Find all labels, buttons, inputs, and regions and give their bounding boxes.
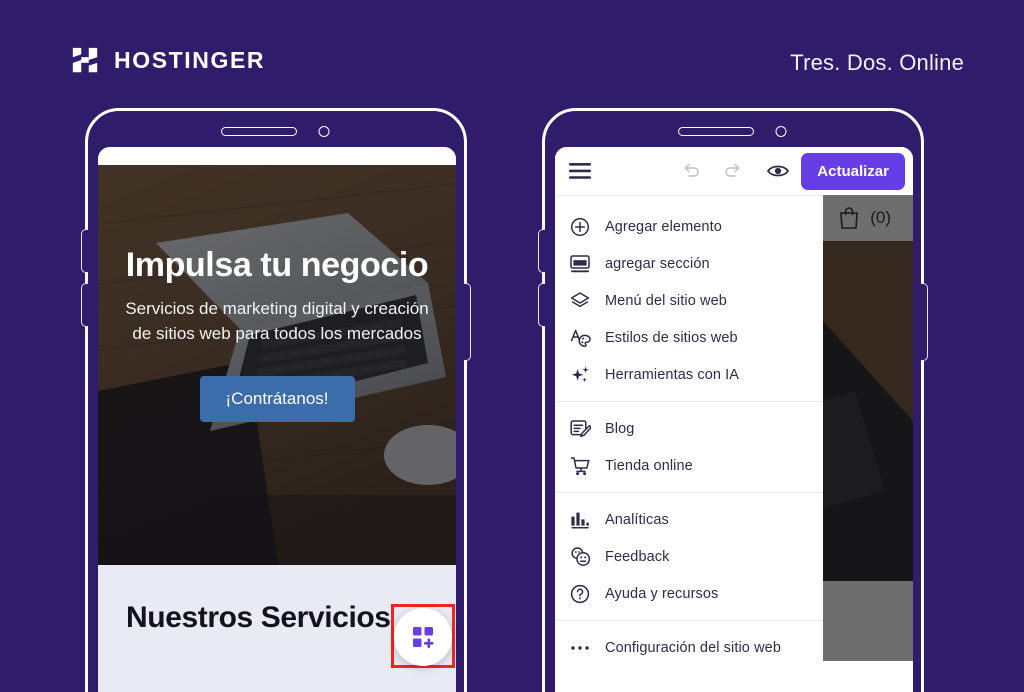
phone-speaker: [678, 127, 754, 136]
question-circle-icon: [569, 583, 591, 605]
menu-item-agregar-elemento[interactable]: Agregar elemento: [555, 208, 823, 245]
bar-chart-icon: [569, 509, 591, 531]
menu-item-menu-del-sitio-web[interactable]: Menú del sitio web: [555, 282, 823, 319]
hero-section: Impulsa tu negocio Servicios de marketin…: [98, 165, 456, 565]
redo-arrow-icon: [725, 163, 740, 177]
menu-item-feedback[interactable]: Feedback: [555, 538, 823, 575]
shopping-cart-icon: [569, 455, 591, 477]
volume-down-button[interactable]: [81, 283, 88, 327]
redo-button[interactable]: [723, 161, 743, 181]
menu-item-label: Configuración del sitio web: [605, 639, 781, 656]
hamburger-menu-icon: [569, 163, 591, 179]
website-preview-phone: Impulsa tu negocio Servicios de marketin…: [81, 108, 471, 692]
services-heading: Nuestros Servicios: [126, 601, 391, 634]
menu-item-analiticas[interactable]: Analíticas: [555, 501, 823, 538]
menu-item-label: agregar sección: [605, 255, 710, 272]
menu-item-ayuda-y-recursos[interactable]: Ayuda y recursos: [555, 575, 823, 612]
screenshot-root: HOSTINGER Tres. Dos. Online Impulsa tu n…: [0, 0, 1024, 692]
site-title: Tres. Dos. Online: [790, 50, 964, 75]
layers-icon: [569, 290, 591, 312]
volume-up-button[interactable]: [81, 229, 88, 273]
feedback-faces-icon: [569, 546, 591, 568]
hostinger-h-logo-icon: [72, 47, 98, 73]
menu-item-label: Analíticas: [605, 511, 669, 528]
menu-group-3: Analíticas Feedback Ayuda y recursos: [555, 492, 823, 620]
builder-screen: Actualizar (0) Agregar elemento agregar …: [555, 147, 913, 692]
menu-item-estilos-de-sitios-web[interactable]: Estilos de sitios web: [555, 319, 823, 356]
menu-item-label: Ayuda y recursos: [605, 585, 719, 602]
menu-item-label: Tienda online: [605, 457, 693, 474]
phone-camera-icon: [775, 126, 787, 137]
menu-group-4: Configuración del sitio web: [555, 620, 823, 674]
phone-speaker: [221, 127, 297, 136]
shopping-bag-icon: [840, 207, 859, 229]
section-layout-icon: [569, 253, 591, 275]
ai-sparkles-icon: [569, 364, 591, 386]
cart-count: (0): [870, 208, 891, 227]
ellipsis-icon: [569, 637, 591, 659]
volume-down-button[interactable]: [538, 283, 545, 327]
menu-item-herramientas-con-ia[interactable]: Herramientas con IA: [555, 356, 823, 393]
preview-button[interactable]: [767, 163, 790, 179]
menu-item-label: Feedback: [605, 548, 670, 565]
builder-toolbar: Actualizar: [555, 147, 913, 195]
hostinger-logo: HOSTINGER: [70, 45, 265, 75]
plus-circle-icon: [569, 216, 591, 238]
add-element-fab[interactable]: [394, 608, 452, 666]
power-button[interactable]: [464, 283, 471, 361]
undo-arrow-icon: [684, 163, 700, 177]
menu-item-configuracion-del-sitio-web[interactable]: Configuración del sitio web: [555, 629, 823, 666]
menu-group-2: Blog Tienda online: [555, 401, 823, 492]
menu-item-label: Estilos de sitios web: [605, 329, 738, 346]
preview-topbar: [98, 147, 456, 165]
add-element-grid-icon: [413, 627, 434, 648]
hero-subheading: Servicios de marketing digital y creació…: [125, 299, 429, 343]
volume-up-button[interactable]: [538, 229, 545, 273]
menu-item-blog[interactable]: Blog: [555, 410, 823, 447]
brand-name: HOSTINGER: [114, 46, 266, 73]
contratanos-button[interactable]: ¡Contrátanos!: [199, 376, 355, 423]
builder-menu-panel: Agregar elemento agregar sección Menú de…: [555, 195, 823, 692]
menu-item-agregar-seccion[interactable]: agregar sección: [555, 245, 823, 282]
menu-item-tienda-online[interactable]: Tienda online: [555, 447, 823, 484]
undo-button[interactable]: [681, 161, 701, 181]
blog-edit-icon: [569, 418, 591, 440]
publish-button[interactable]: Actualizar: [801, 152, 905, 190]
phone-camera-icon: [318, 126, 330, 137]
hamburger-menu-button[interactable]: [569, 163, 591, 179]
eye-preview-icon: [767, 165, 790, 177]
menu-item-label: Agregar elemento: [605, 218, 722, 235]
menu-item-label: Blog: [605, 420, 635, 437]
menu-item-label: Herramientas con IA: [605, 366, 740, 383]
website-builder-phone: Actualizar (0) Agregar elemento agregar …: [538, 108, 928, 692]
font-palette-icon: [569, 327, 591, 349]
hero-heading: Impulsa tu negocio: [125, 246, 429, 284]
menu-item-label: Menú del sitio web: [605, 292, 727, 309]
menu-group-1: Agregar elemento agregar sección Menú de…: [555, 200, 823, 401]
power-button[interactable]: [921, 283, 928, 361]
